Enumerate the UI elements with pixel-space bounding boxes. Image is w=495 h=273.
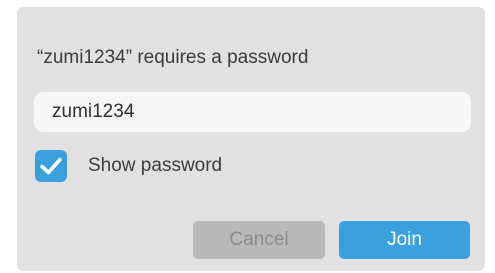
show-password-row[interactable]: Show password xyxy=(35,148,222,184)
show-password-checkbox[interactable] xyxy=(35,150,67,182)
show-password-label: Show password xyxy=(88,155,223,176)
join-button[interactable]: Join xyxy=(339,221,470,259)
checkmark-icon xyxy=(40,157,62,175)
password-field[interactable]: zumi1234 xyxy=(34,92,471,132)
dialog-prompt: “zumi1234” requires a password xyxy=(37,47,309,68)
password-dialog: “zumi1234” requires a password zumi1234 … xyxy=(17,7,485,271)
cancel-button[interactable]: Cancel xyxy=(193,221,325,259)
